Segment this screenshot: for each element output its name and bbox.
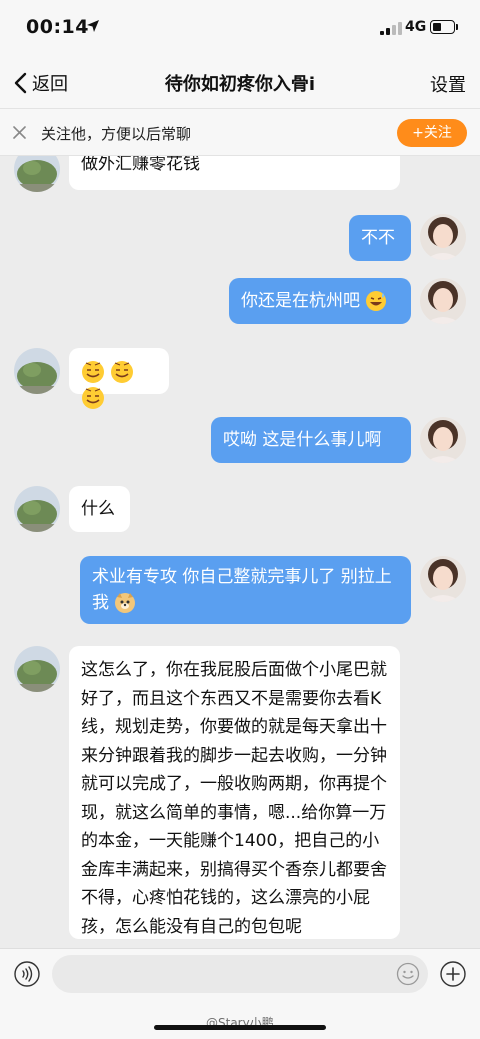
emoji-picker-icon[interactable] (396, 962, 420, 986)
status-bar: 00:14 4G (0, 0, 480, 58)
message-text: 术业有专攻 你自己整就完事儿了 别拉上我 (92, 567, 392, 613)
chevron-left-icon (14, 72, 27, 94)
battery-icon (430, 20, 455, 34)
nav-bar: 返回 待你如初疼你入骨i 设置 (0, 58, 480, 108)
plus-icon[interactable] (440, 961, 466, 987)
message-text: 哎呦 这是什么事儿啊 (223, 430, 382, 450)
contact-avatar[interactable] (14, 486, 60, 532)
message-input[interactable] (52, 955, 428, 993)
message-text: 你还是在杭州吧 (241, 291, 360, 311)
sweat-smile-emoji-icon (111, 361, 134, 383)
back-label: 返回 (32, 74, 68, 95)
chat-area[interactable]: 做外汇赚零花钱 不不 你还是在杭州吧 哎呦 这是什么事儿啊 什么 术业有专攻 你… (0, 108, 480, 948)
contact-avatar[interactable] (14, 348, 60, 394)
signal-icon (380, 22, 402, 35)
message-text: 这怎么了，你在我屁股后面做个小尾巴就好了，而且这个东西又不是需要你去看K线，规划… (81, 660, 387, 937)
message-bubble-outgoing[interactable]: 哎呦 这是什么事儿啊 (211, 417, 411, 463)
chat-title: 待你如初疼你入骨i (164, 74, 316, 95)
message-text: 什么 (81, 499, 115, 519)
message-bubble-outgoing[interactable]: 不不 (349, 215, 411, 261)
message-text: 做外汇赚零花钱 (81, 154, 200, 174)
input-bar (0, 948, 480, 1000)
message-text: 不不 (361, 228, 395, 248)
close-icon[interactable] (12, 125, 27, 140)
settings-button[interactable]: 设置 (430, 71, 466, 97)
message-bubble-outgoing[interactable]: 术业有专攻 你自己整就完事儿了 别拉上我 (80, 556, 411, 624)
follow-button[interactable]: +关注 (397, 119, 467, 147)
voice-icon[interactable] (14, 961, 40, 987)
message-bubble-outgoing[interactable]: 你还是在杭州吧 (229, 278, 411, 324)
message-bubble-incoming[interactable]: 这怎么了，你在我屁股后面做个小尾巴就好了，而且这个东西又不是需要你去看K线，规划… (69, 646, 400, 939)
my-avatar[interactable] (420, 214, 466, 260)
back-button[interactable]: 返回 (12, 66, 68, 100)
network-type: 4G (405, 19, 427, 35)
my-avatar[interactable] (420, 556, 466, 602)
sweat-smile-emoji-icon (82, 361, 104, 383)
status-time: 00:14 (26, 16, 89, 38)
message-bubble-incoming[interactable] (69, 348, 169, 409)
grin-sweat-emoji-icon (366, 291, 387, 311)
follow-prompt-text: 关注他，方便以后常聊 (41, 125, 192, 143)
home-indicator[interactable] (154, 1025, 326, 1030)
message-bubble-incoming[interactable]: 什么 (69, 486, 130, 532)
follow-bar: 关注他，方便以后常聊 +关注 (0, 108, 480, 156)
my-avatar[interactable] (420, 278, 466, 324)
my-avatar[interactable] (420, 417, 466, 463)
bottom-safe-area: @Stary小鹏 (0, 1000, 480, 1039)
sweat-smile-emoji-icon (82, 387, 104, 409)
doge-emoji-icon (115, 593, 136, 613)
battery-cap (456, 24, 458, 30)
location-arrow-icon (87, 20, 99, 32)
contact-avatar[interactable] (14, 646, 60, 692)
